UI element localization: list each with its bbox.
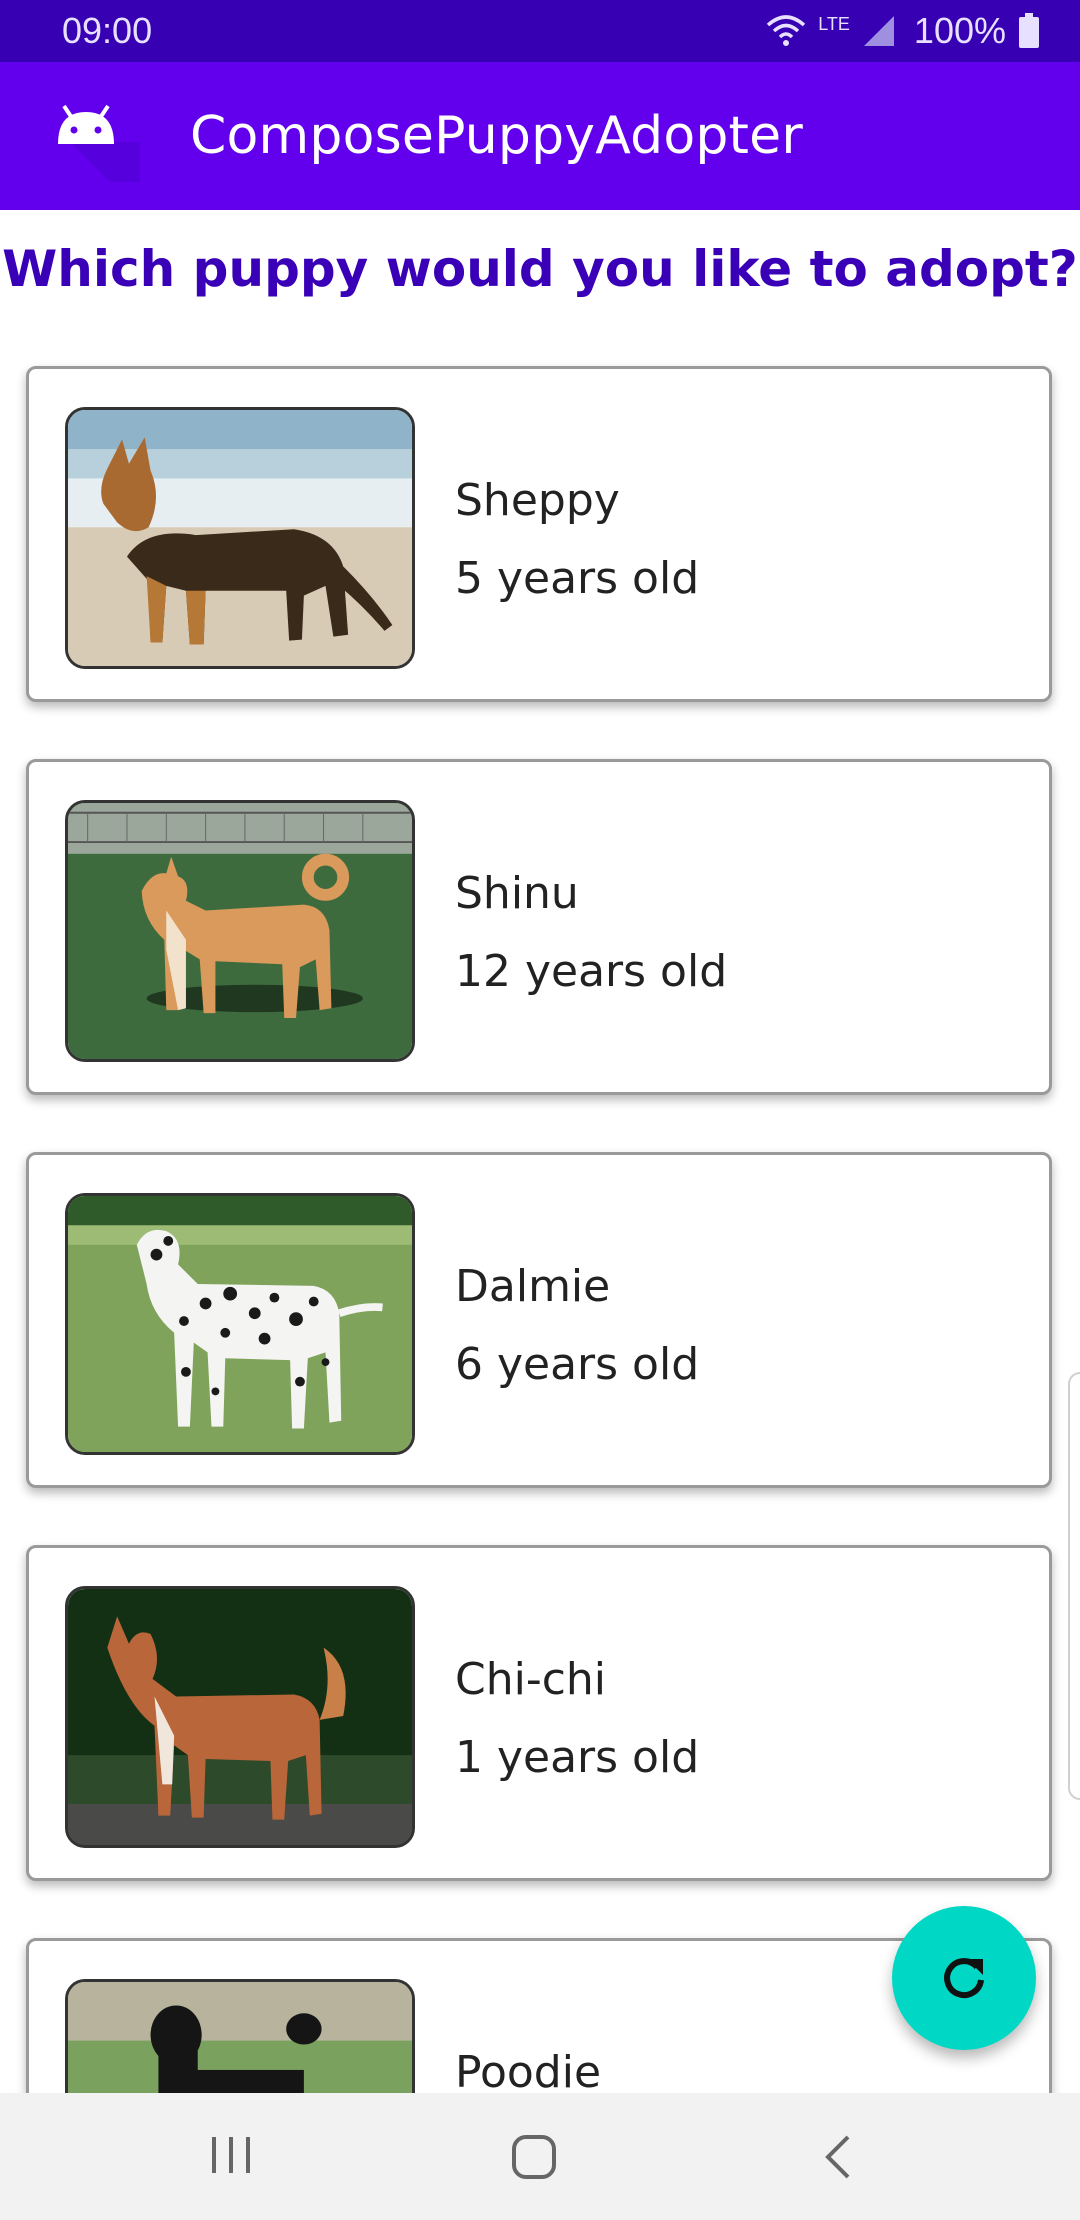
puppy-card-dalmie[interactable]: Dalmie 6 years old — [26, 1152, 1052, 1488]
battery-icon — [1019, 13, 1039, 48]
battery-percent: 100% — [913, 10, 1006, 51]
app-bar: ComposePuppyAdopter — [0, 62, 1080, 210]
refresh-icon — [944, 1958, 984, 1999]
refresh-button[interactable] — [892, 1906, 1036, 2050]
page-heading: Which puppy would you like to adopt? — [2, 240, 1078, 298]
puppy-age: 6 years old — [455, 1339, 700, 1390]
scrollbar-handle[interactable] — [1068, 1372, 1080, 1800]
dalmatian-photo — [65, 1193, 415, 1455]
network-type: LTE — [818, 13, 850, 34]
puppy-name: Sheppy — [455, 475, 620, 526]
poodle-photo — [65, 1979, 415, 2093]
wifi-icon — [767, 15, 806, 46]
puppy-name: Chi-chi — [455, 1654, 607, 1705]
chihuahua-photo — [65, 1586, 415, 1848]
status-time: 09:00 — [62, 10, 153, 51]
puppy-card-chi-chi[interactable]: Chi-chi 1 years old — [26, 1545, 1052, 1881]
german-shepherd-photo — [65, 407, 415, 669]
puppy-age: 5 years old — [455, 553, 700, 604]
home-icon[interactable] — [510, 2133, 558, 2181]
android-icon — [58, 104, 140, 182]
status-bar: 09:00 LTE 100% — [0, 0, 1080, 62]
puppy-age: 12 years old — [455, 946, 728, 997]
puppy-age: 1 years old — [455, 1732, 700, 1783]
shiba-inu-photo — [65, 800, 415, 1062]
puppy-name: Dalmie — [455, 1261, 611, 1312]
puppy-name: Poodie — [455, 2047, 602, 2093]
puppy-name: Shinu — [455, 868, 579, 919]
status-icons: LTE 100% — [766, 8, 1040, 54]
puppy-list[interactable]: Which puppy would you like to adopt? She… — [0, 0, 1080, 2093]
recent-apps-icon[interactable] — [208, 2133, 254, 2177]
system-nav-bar — [0, 2093, 1080, 2220]
signal-icon — [863, 16, 894, 46]
app-title: ComposePuppyAdopter — [190, 106, 803, 166]
back-icon[interactable] — [818, 2133, 858, 2181]
puppy-card-sheppy[interactable]: Sheppy 5 years old — [26, 366, 1052, 702]
puppy-card-shinu[interactable]: Shinu 12 years old — [26, 759, 1052, 1095]
